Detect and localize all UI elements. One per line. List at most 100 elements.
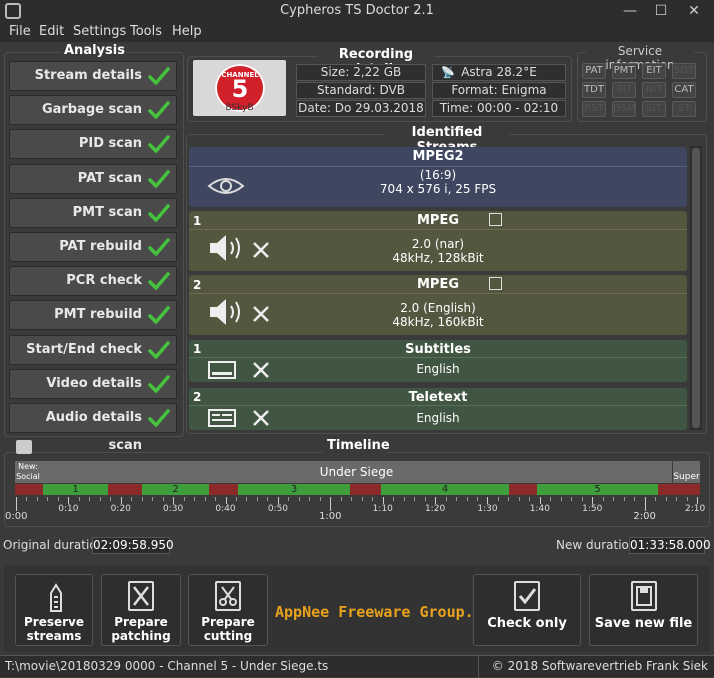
prev-program-label[interactable]: New: Social	[15, 461, 41, 483]
analysis-button-pid-scan[interactable]: PID scan	[9, 129, 177, 160]
si-button-eit[interactable]: EIT	[642, 63, 666, 79]
preserve-streams-button[interactable]: Preserve streams	[15, 574, 93, 646]
timeline-cut-segment[interactable]	[108, 484, 142, 495]
timeline-minor-tick	[183, 497, 185, 501]
menu-edit[interactable]: Edit	[39, 24, 64, 39]
check-icon	[148, 204, 170, 222]
patching-icon	[128, 581, 154, 611]
si-button-st[interactable]: ST	[672, 101, 696, 117]
timeline-minor-tick	[602, 497, 604, 501]
maximize-button[interactable]: ☐	[651, 1, 671, 21]
si-button-dsm[interactable]: DSM	[612, 101, 636, 117]
timeline-cut-segment[interactable]	[350, 484, 381, 495]
si-button-cat[interactable]: CAT	[672, 82, 696, 98]
program-label[interactable]: Under Siege	[41, 461, 672, 483]
timeline-tick-label: 2:10	[685, 504, 706, 514]
timeline-tick-label: 2:00	[633, 511, 656, 522]
timeline-tick	[173, 497, 175, 504]
timeline-tick-label: 0:50	[267, 504, 289, 514]
timeline-minor-tick	[194, 497, 196, 501]
timeline-tick	[644, 497, 646, 511]
status-divider	[478, 656, 479, 678]
timeline-minor-tick	[204, 497, 206, 501]
check-only-button[interactable]: Check only	[473, 574, 581, 646]
timeline-minor-tick	[236, 497, 237, 501]
timeline-minor-tick	[456, 497, 458, 501]
timeline-minor-tick	[215, 497, 217, 501]
si-button-tdt[interactable]: TDT	[582, 82, 606, 98]
timeline-minor-tick	[571, 497, 573, 501]
analysis-button-audio-details-scan[interactable]: Audio details scan	[9, 403, 177, 453]
si-button-pat[interactable]: PAT	[582, 63, 606, 79]
new-duration-label: New duration:	[556, 538, 641, 552]
analysis-button-pmt-scan[interactable]: PMT scan	[9, 197, 177, 228]
timeline-minor-tick	[414, 497, 416, 501]
si-button-nit[interactable]: NIT	[642, 82, 666, 98]
timeline-minor-tick	[497, 497, 499, 501]
analysis-button-label: PMT scan	[72, 204, 142, 220]
timeline-cut-segment[interactable]	[509, 484, 537, 495]
minimize-button[interactable]: —	[620, 1, 640, 21]
watermark-text: AppNee Freeware Group.	[275, 603, 474, 621]
menu-settings[interactable]: Settings	[73, 24, 126, 39]
timeline-cut-segment[interactable]	[15, 484, 43, 495]
prepare-patching-button[interactable]: Prepare patching	[101, 574, 181, 646]
menu-file[interactable]: File	[9, 24, 31, 39]
menu-tools[interactable]: Tools	[130, 24, 162, 39]
prepare-cutting-button[interactable]: Prepare cutting	[188, 574, 268, 646]
next-program-label[interactable]: Super	[673, 461, 700, 483]
close-button[interactable]: ✕	[684, 1, 704, 21]
streams-scrollbar[interactable]	[690, 146, 702, 430]
menu-help[interactable]: Help	[172, 24, 202, 39]
timeline-tick	[487, 497, 489, 504]
teletext-type: Teletext	[408, 390, 468, 405]
timeline-segment-number: 3	[290, 484, 298, 495]
save-file-icon	[630, 581, 657, 611]
si-button-bit[interactable]: BIT	[612, 82, 636, 98]
timeline-tick-label: 1:20	[424, 504, 446, 514]
streams-scrollbar-thumb[interactable]	[692, 148, 700, 428]
analysis-button-video-details-scan[interactable]: Video details scan	[9, 368, 177, 419]
si-button-sit[interactable]: SIT	[642, 101, 666, 117]
audio1-crop-icon[interactable]	[489, 213, 502, 226]
teletext-lang: English	[416, 411, 460, 425]
timeline-minor-tick	[361, 497, 363, 501]
audio2-codec: MPEG	[416, 277, 459, 292]
audio2-crop-icon[interactable]	[489, 277, 502, 290]
save-timeline-icon[interactable]	[16, 440, 32, 454]
analysis-button-label: Garbage scan	[41, 102, 142, 118]
timeline-minor-tick	[351, 497, 353, 501]
analysis-button-pat-scan[interactable]: PAT scan	[9, 163, 177, 194]
analysis-button-garbage-scan[interactable]: Garbage scan	[9, 95, 177, 126]
timeline-minor-tick	[466, 497, 468, 501]
analysis-button-label: Start/End check	[26, 341, 142, 357]
timeline-minor-tick	[152, 497, 154, 501]
timeline-minor-tick	[393, 497, 395, 501]
analysis-button-pmt-rebuild[interactable]: PMT rebuild	[9, 300, 177, 331]
timeline-minor-tick	[141, 497, 143, 501]
check-icon	[148, 238, 170, 256]
si-button-pmt[interactable]: PMT	[612, 63, 636, 79]
analysis-button-pcr-check[interactable]: PCR check	[9, 266, 177, 297]
timeline-minor-tick	[267, 497, 269, 501]
video-aspect: (16:9)	[419, 168, 457, 182]
timeline-tick-label: 0:00	[5, 511, 28, 522]
analysis-button-stream-details[interactable]: Stream details	[9, 61, 177, 91]
timeline-minor-tick	[89, 497, 91, 501]
title-bar: Cypheros TS Doctor 2.1 — ☐ ✕	[0, 0, 714, 22]
channel-logo: CHANNEL 5 BSkyB	[193, 60, 286, 116]
audio2-line1: 2.0 (English)	[400, 301, 476, 315]
timeline-minor-tick	[110, 497, 112, 501]
timeline-minor-tick	[319, 497, 321, 501]
si-button-sdt[interactable]: SDT	[672, 63, 696, 79]
si-button-rst[interactable]: RST	[582, 101, 606, 117]
timeline-cut-segment[interactable]	[209, 484, 238, 495]
save-new-file-button[interactable]: Save new file	[589, 574, 698, 646]
subtitle-lang: English	[416, 362, 460, 376]
timeline-minor-tick	[78, 497, 80, 501]
timeline-cut-segment[interactable]	[658, 484, 700, 495]
analysis-button-pat-rebuild[interactable]: PAT rebuild	[9, 232, 177, 262]
analysis-button-start-end-check[interactable]: Start/End check	[9, 334, 177, 365]
prepare-cutting-label: Prepare cutting	[201, 615, 255, 643]
timeline-tick-label: 0:30	[163, 504, 184, 514]
